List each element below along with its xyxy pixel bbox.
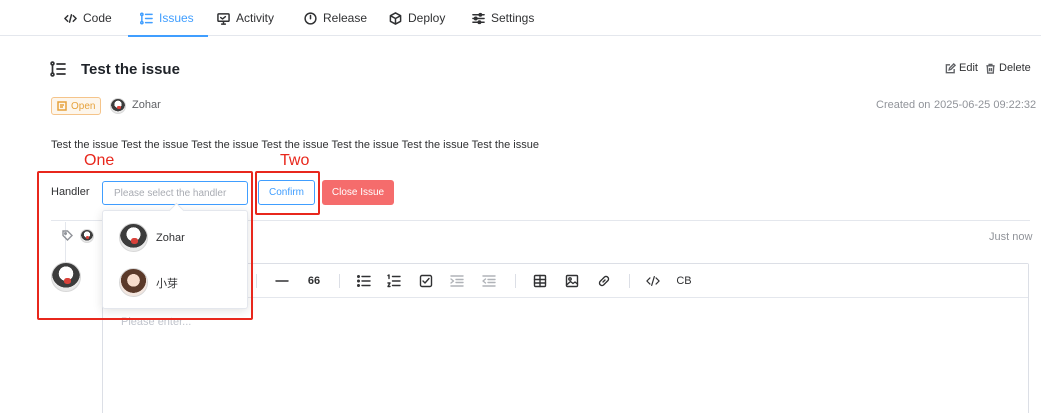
sliders-icon <box>472 12 485 24</box>
annotation-two-label: Two <box>280 152 310 169</box>
tab-settings[interactable]: Settings <box>472 0 534 36</box>
toolbar-separator <box>629 274 630 288</box>
quote-icon: 66 <box>307 275 321 287</box>
annotation-box-one <box>37 171 253 320</box>
code-block-icon: CB <box>676 275 692 287</box>
tab-label: Issues <box>159 11 194 25</box>
toolbar-separator <box>256 274 257 288</box>
list-icon <box>140 11 153 25</box>
bullet-list-button[interactable] <box>357 274 371 288</box>
cube-icon <box>389 11 402 25</box>
delete-button[interactable]: Delete <box>985 61 1031 75</box>
monitor-icon <box>217 12 230 25</box>
created-label: Created on <box>876 99 931 111</box>
created-timestamp: 2025-06-25 09:22:32 <box>934 99 1037 111</box>
task-list-button[interactable] <box>419 274 433 288</box>
horizontal-rule-button[interactable] <box>275 274 289 288</box>
outdent-icon <box>482 275 496 287</box>
ordered-list-button[interactable] <box>387 274 401 288</box>
trash-icon <box>986 63 995 74</box>
tab-activity[interactable]: Activity <box>217 0 274 36</box>
checkbox-icon <box>419 274 433 288</box>
link-button[interactable] <box>597 274 611 288</box>
code-button[interactable] <box>644 274 662 288</box>
tab-release[interactable]: Release <box>304 0 367 36</box>
tab-deploy[interactable]: Deploy <box>389 0 445 36</box>
document-icon <box>57 101 67 111</box>
indent-button[interactable] <box>450 274 464 288</box>
horizontal-rule-icon <box>275 280 289 282</box>
author-avatar <box>110 98 126 114</box>
code-icon <box>646 276 660 286</box>
page-title: Test the issue <box>81 61 180 78</box>
edit-button[interactable]: Edit <box>945 61 978 75</box>
edit-icon <box>945 62 956 73</box>
bullet-list-icon <box>357 275 371 287</box>
close-issue-button[interactable]: Close Issue <box>322 180 394 205</box>
tab-label: Code <box>83 11 112 25</box>
tab-issues[interactable]: Issues <box>128 0 208 37</box>
outdent-button[interactable] <box>482 274 496 288</box>
top-navigation: Code Issues Activity Release Deploy Sett… <box>0 0 1041 37</box>
code-icon <box>64 13 77 23</box>
toolbar-separator <box>515 274 516 288</box>
indent-icon <box>450 275 464 287</box>
table-icon <box>533 274 547 288</box>
issue-list-icon <box>50 61 66 77</box>
author-name: Zohar <box>132 99 161 111</box>
clock-icon <box>304 11 317 25</box>
link-icon <box>598 275 610 287</box>
table-button[interactable] <box>533 274 547 288</box>
timeline-time: Just now <box>989 231 1033 243</box>
quote-button[interactable]: 66 <box>306 274 322 288</box>
annotation-one-label: One <box>84 152 115 169</box>
code-block-button[interactable]: CB <box>676 274 692 288</box>
toolbar-separator <box>339 274 340 288</box>
delete-label: Delete <box>999 62 1031 74</box>
tab-code[interactable]: Code <box>64 0 112 36</box>
issue-description: Test the issue Test the issue Test the i… <box>51 139 539 151</box>
edit-label: Edit <box>959 62 978 74</box>
annotation-box-two <box>255 171 320 215</box>
tab-label: Deploy <box>408 11 446 25</box>
tab-label: Release <box>323 11 368 25</box>
ordered-list-icon <box>387 274 401 288</box>
status-badge: Open <box>51 97 102 115</box>
tab-label: Activity <box>236 11 275 25</box>
status-text: Open <box>71 100 96 112</box>
tab-label: Settings <box>491 11 535 25</box>
image-icon <box>565 274 579 288</box>
image-button[interactable] <box>565 274 579 288</box>
